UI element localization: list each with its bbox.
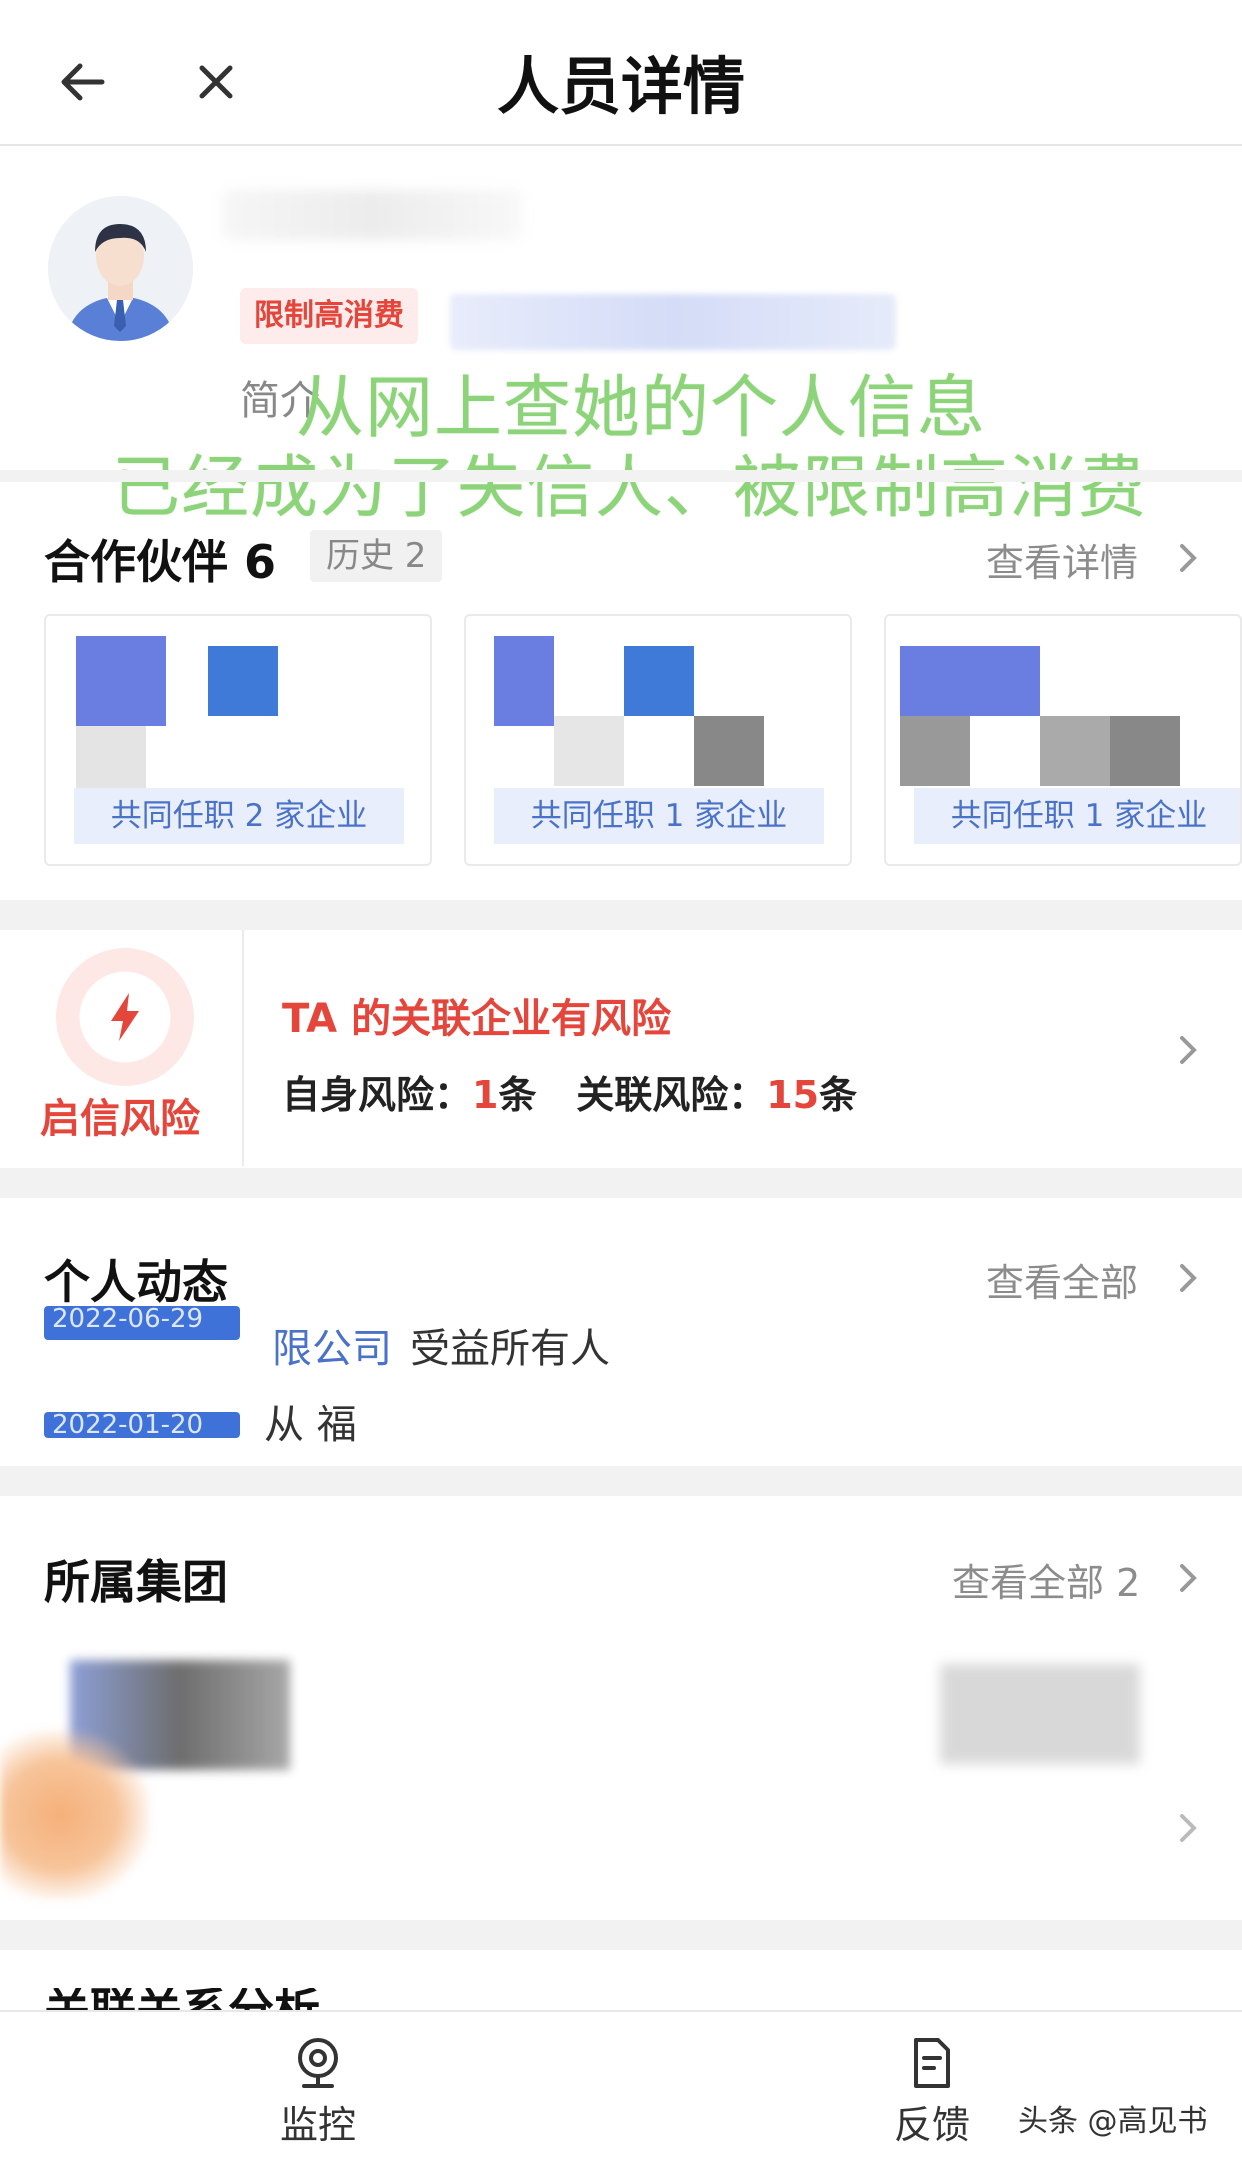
partner-avatar-redacted xyxy=(900,646,1040,716)
top-nav-bar: 人员详情 xyxy=(0,0,1242,146)
partner-avatar-redacted xyxy=(1040,716,1110,786)
partner-avatar-redacted xyxy=(900,716,970,786)
partner-avatar-redacted xyxy=(694,716,764,786)
page-title: 人员详情 xyxy=(496,50,745,123)
group-view-all-link[interactable]: 查看全部 2 xyxy=(952,1552,1140,1607)
dynamic-company-link[interactable]: 限公司 xyxy=(272,1316,392,1374)
section-divider xyxy=(0,1168,1242,1198)
section-divider xyxy=(0,1466,1242,1496)
risk-label: 启信风险 xyxy=(40,1096,200,1142)
source-watermark: 头条 @高见书 xyxy=(1018,2104,1208,2139)
risk-icon-circle xyxy=(56,948,194,1086)
partner-avatar-redacted xyxy=(76,636,166,726)
partner-card-caption: 共同任职 1 家企业 xyxy=(494,788,824,844)
dynamic-date-chip: 2022-06-29 xyxy=(44,1306,240,1340)
section-divider xyxy=(0,900,1242,930)
partner-avatar-redacted xyxy=(624,646,694,716)
tab-feedback-label: 反馈 xyxy=(893,2103,970,2147)
restriction-tag: 限制高消费 xyxy=(240,288,418,344)
partner-avatar-redacted xyxy=(208,646,278,716)
related-risk-unit: 条 xyxy=(819,1073,858,1117)
risk-headline[interactable]: TA 的关联企业有风险 xyxy=(282,986,671,1044)
tab-feedback[interactable]: 反馈 xyxy=(882,2036,982,2149)
camera-icon xyxy=(298,2038,338,2088)
info-redacted xyxy=(450,294,896,350)
section-divider xyxy=(0,1920,1242,1950)
smudge-overlay xyxy=(0,1730,150,1900)
section-divider xyxy=(0,470,1242,482)
partner-avatar-redacted xyxy=(494,636,554,726)
partner-avatar-redacted xyxy=(1110,716,1180,786)
tab-monitor-label: 监控 xyxy=(279,2103,356,2147)
self-risk-label: 自身风险： xyxy=(282,1073,473,1117)
tab-monitor[interactable]: 监控 xyxy=(268,2036,368,2149)
partners-title: 合作伙伴 6 xyxy=(44,535,277,589)
dynamic-date-chip: 2022-01-20 xyxy=(44,1412,240,1438)
related-risk-count: 15 xyxy=(766,1073,820,1117)
lightning-icon xyxy=(111,993,139,1041)
person-icon xyxy=(48,196,193,341)
chevron-right-icon xyxy=(1180,1264,1197,1292)
dynamic-role-text: 受益所有人 xyxy=(410,1326,610,1372)
partner-avatar-redacted xyxy=(554,716,624,786)
partner-card-caption: 共同任职 2 家企业 xyxy=(74,788,404,844)
partners-detail-link[interactable]: 查看详情 xyxy=(986,532,1138,587)
dynamics-title: 个人动态 xyxy=(44,1255,228,1309)
partner-avatar-redacted xyxy=(76,726,146,796)
chevron-right-icon xyxy=(1180,544,1197,572)
chevron-right-icon[interactable] xyxy=(1168,1808,1208,1848)
risk-detail: 自身风险：1条 关联风险：15条 xyxy=(282,1064,857,1119)
related-risk-label: 关联风险： xyxy=(576,1073,767,1117)
name-redacted xyxy=(222,190,522,240)
dynamics-view-all-link[interactable]: 查看全部 xyxy=(986,1252,1138,1307)
chevron-right-icon xyxy=(1180,1564,1197,1592)
group-title: 所属集团 xyxy=(44,1555,228,1609)
next-section-title-partial: 关联关系分析 xyxy=(44,1988,320,2010)
history-badge[interactable]: 历史 2 xyxy=(310,530,443,582)
group-members-redacted xyxy=(940,1664,1140,1764)
self-risk-unit: 条 xyxy=(498,1073,537,1117)
dynamic-text: 从 福 xyxy=(264,1402,357,1448)
partner-card-caption: 共同任职 1 家企业 xyxy=(914,788,1240,844)
chevron-right-icon[interactable] xyxy=(1168,1030,1208,1070)
avatar xyxy=(48,196,193,341)
edit-note-icon xyxy=(914,2038,950,2088)
partner-card[interactable]: 共同任职 1 家企业 xyxy=(884,614,1242,866)
partner-card[interactable]: 共同任职 1 家企业 xyxy=(464,614,852,866)
partner-card[interactable]: 共同任职 2 家企业 xyxy=(44,614,432,866)
self-risk-count: 1 xyxy=(472,1073,499,1117)
